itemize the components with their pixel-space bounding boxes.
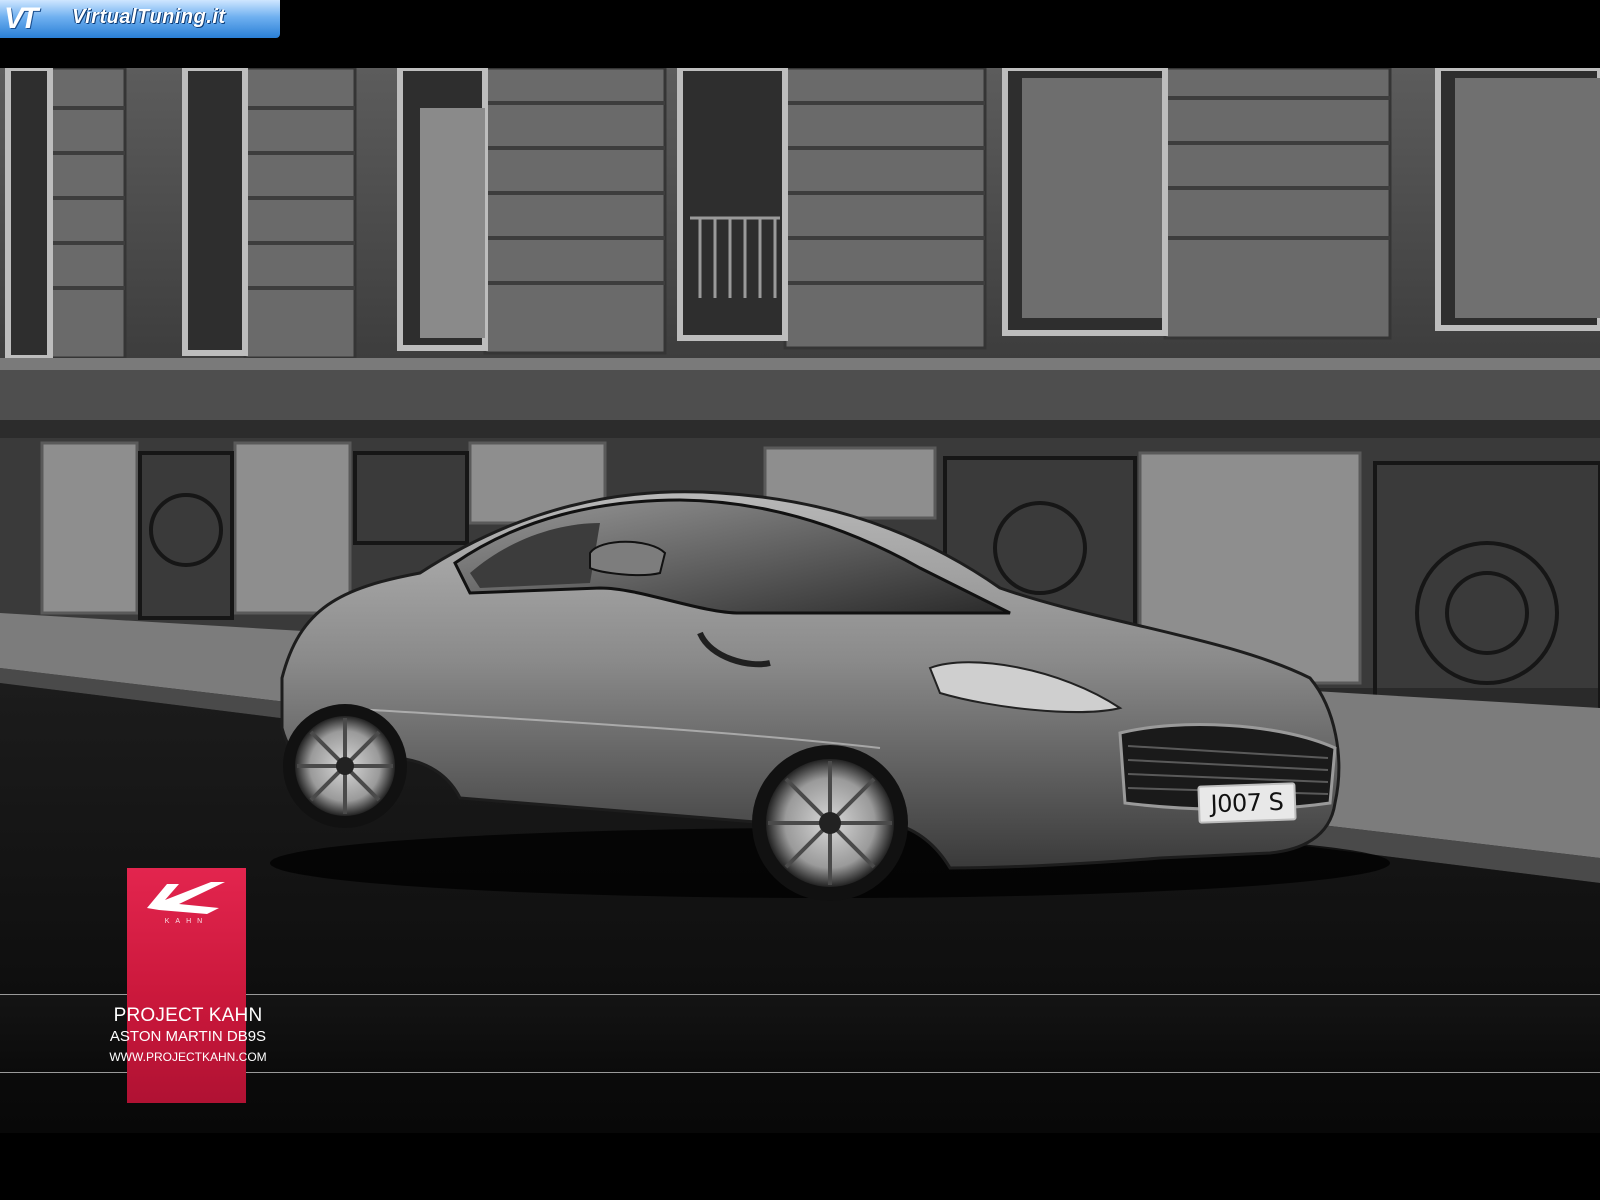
caption-model: ASTON MARTIN DB9S [109,1028,267,1045]
kahn-logo-badge: KAHN [127,868,246,1103]
vt-mark: VT [4,2,38,35]
kahn-wordmark: KAHN [164,918,209,925]
site-name: VirtualTuning.it [72,6,226,28]
license-plate: J007 S [1197,782,1297,824]
kahn-k-icon [147,882,225,914]
virtualtuning-logo[interactable]: VT VirtualTuning.it [0,0,280,38]
wallpaper-frame: VT VirtualTuning.it J007 S KAHN PROJECT … [0,0,1600,1200]
caption-url[interactable]: WWW.PROJECTKAHN.COM [98,1050,278,1064]
caption-title: PROJECT KAHN [113,1005,263,1026]
